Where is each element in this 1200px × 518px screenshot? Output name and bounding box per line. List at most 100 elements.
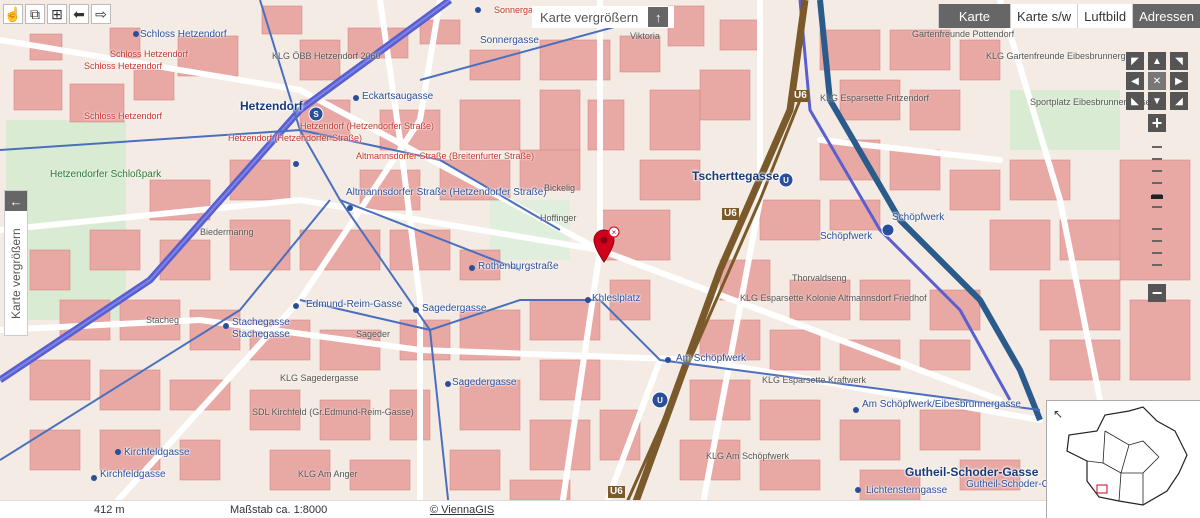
stop-label: Stachegasse	[232, 317, 290, 328]
credit-link[interactable]: © ViennaGIS	[430, 504, 494, 516]
arrow-right-icon[interactable]: ⇨	[91, 4, 111, 24]
side-enlarge-map-button[interactable]: ← Karte vergrößern	[4, 190, 28, 336]
stop-label: Hetzendorf (Hetzendorfer Straße)	[228, 133, 363, 143]
street-label: Stacheg	[146, 315, 180, 325]
pan-northeast-icon[interactable]: ◥	[1170, 52, 1188, 70]
street-label: Biedermanng	[200, 227, 254, 237]
stop-label: Edmund-Reim-Gasse	[306, 299, 403, 310]
street-label: Viktoria	[630, 31, 660, 41]
stop-label: Altmannsdorfer Straße (Breitenfurter Str…	[356, 151, 535, 161]
enlarge-map-label: Karte vergrößern	[540, 9, 639, 25]
place-label: KLG Am Anger	[298, 469, 358, 479]
svg-text:×: ×	[612, 228, 617, 237]
measure-icon[interactable]: ⊞	[47, 4, 67, 24]
street-label: Thorvaldseng	[792, 273, 847, 283]
stop-label: Am Schöpfwerk	[676, 353, 747, 364]
arrow-left-icon[interactable]: ←	[5, 191, 27, 211]
stop-label: Sagedergasse	[422, 303, 487, 314]
tab-karte-sw[interactable]: Karte s/w	[1009, 4, 1078, 28]
tab-luftbild[interactable]: Luftbild	[1077, 4, 1133, 28]
enlarge-map-button[interactable]: Karte vergrößern ↑	[532, 6, 675, 28]
collapse-overview-icon[interactable]: ↖	[1053, 407, 1063, 421]
zoom-box-icon[interactable]: ⧉	[25, 4, 45, 24]
stop-label: Eckartsaugasse	[362, 91, 434, 102]
tab-karte[interactable]: Karte	[937, 4, 1010, 28]
stop-label: Schloss Hetzendorf	[140, 29, 227, 40]
svg-text:U: U	[657, 396, 663, 405]
pan-east-icon[interactable]: ▶	[1170, 72, 1188, 90]
place-label: KLG ÖBB Hetzendorf 2060	[272, 51, 381, 61]
place-label: KLG Esparsette Fritzendorf	[820, 93, 930, 103]
zoom-tick[interactable]	[1152, 170, 1162, 172]
map-toolbar: ☝ ⧉ ⊞ ⬅ ⇨	[0, 4, 111, 28]
overview-map[interactable]: ↖	[1046, 400, 1200, 518]
svg-text:U: U	[783, 176, 789, 185]
place-label: KLG Esparsette Kolonie Altmannsdorf Frie…	[740, 293, 927, 303]
place-label: KLG Esparsette Kraftwerk	[762, 375, 867, 385]
arrow-up-icon[interactable]: ↑	[648, 7, 669, 27]
map-application: S U U × Hetzendorf Tscherttegasse Schöpf…	[0, 0, 1200, 518]
stop-label: Rothenburgstraße	[478, 261, 559, 272]
tab-adressen[interactable]: Adressen	[1132, 4, 1200, 28]
zoom-out-button[interactable]: −	[1148, 284, 1166, 302]
zoom-tick[interactable]	[1152, 182, 1162, 184]
zoom-tick[interactable]	[1152, 240, 1162, 242]
pan-west-icon[interactable]: ◀	[1126, 72, 1144, 90]
place-label: Gartenfreunde Pottendorf	[912, 29, 1015, 39]
hand-pointer-icon[interactable]: ☝	[3, 4, 23, 24]
map-canvas[interactable]: S U U ×	[0, 0, 1200, 518]
street-label: Bickelig	[544, 183, 576, 193]
side-enlarge-label: Karte vergrößern	[9, 228, 23, 320]
stop-label: Altmannsdorfer Straße (Hetzendorfer Stra…	[346, 187, 547, 198]
place-label: Schloss Hetzendorf	[84, 111, 163, 121]
stop-label: Khleslplatz	[592, 293, 641, 304]
distance-readout: 412 m	[94, 504, 125, 516]
stop-label: Sonnergasse	[480, 35, 539, 46]
pan-southwest-icon[interactable]: ◣	[1126, 92, 1144, 110]
overview-outline	[1066, 406, 1188, 506]
street-label: Hoffinger	[540, 213, 577, 223]
station-label-gutheil: Gutheil-Schoder-Gasse	[905, 465, 1039, 479]
place-label: Schloss Hetzendorf	[84, 61, 163, 71]
zoom-tick[interactable]	[1152, 158, 1162, 160]
pan-controls: ◤ ▲ ◥ ◀ ✕ ▶ ◣ ▼ ◢	[1126, 52, 1190, 112]
stop-label: Kirchfeldgasse	[124, 447, 190, 458]
stop-label-schoepfwerk: Schöpfwerk	[892, 212, 945, 223]
place-label: KLG Sagedergasse	[280, 373, 359, 383]
stop-label: Kirchfeldgasse	[100, 469, 166, 480]
zoom-tick[interactable]	[1152, 206, 1162, 208]
svg-text:S: S	[313, 110, 319, 119]
pan-north-icon[interactable]: ▲	[1148, 52, 1166, 70]
pan-center-icon[interactable]: ✕	[1148, 72, 1166, 90]
status-bar: 412 m Maßstab ca. 1:8000 © ViennaGIS	[0, 500, 1046, 518]
u6-line-label: U6	[608, 486, 625, 498]
district-label-hetzendorf: Hetzendorf	[240, 99, 303, 113]
place-label: KLG Gartenfreunde Eibesbrunnergasse	[986, 51, 1145, 61]
place-label: SDL Kirchfeld (Gr.Edmund-Reim-Gasse)	[252, 407, 414, 417]
zoom-slider[interactable]: + −	[1148, 114, 1166, 304]
u6-line-label: U6	[792, 90, 809, 102]
stop-label: Sagedergasse	[452, 377, 517, 388]
zoom-tick[interactable]	[1152, 252, 1162, 254]
pan-southeast-icon[interactable]: ◢	[1170, 92, 1188, 110]
stop-label: Am Schöpfwerk/Eibesbrunnergasse	[862, 399, 1021, 410]
zoom-tick[interactable]	[1152, 264, 1162, 266]
zoom-in-button[interactable]: +	[1148, 114, 1166, 132]
zoom-thumb[interactable]	[1151, 194, 1163, 199]
stop-label: Hetzendorf (Hetzendorfer Straße)	[300, 121, 435, 131]
zoom-tick[interactable]	[1152, 228, 1162, 230]
district-label-tscherttegasse: Tscherttegasse	[692, 169, 780, 183]
pan-northwest-icon[interactable]: ◤	[1126, 52, 1144, 70]
pan-south-icon[interactable]: ▼	[1148, 92, 1166, 110]
stop-label: Lichtensterngasse	[866, 485, 948, 496]
station-label-schoepfwerk: Schöpfwerk	[820, 231, 873, 242]
stop-label: Stachegasse	[232, 329, 290, 340]
place-label: Schloss Hetzendorf	[110, 49, 189, 59]
street-label: Sageder	[356, 329, 391, 339]
map-type-tabs: Karte Karte s/w Luftbild Adressen	[937, 4, 1200, 28]
zoom-tick[interactable]	[1152, 146, 1162, 148]
u6-line-label: U6	[722, 208, 739, 220]
arrow-left-icon[interactable]: ⬅	[69, 4, 89, 24]
park-label: Hetzendorfer Schloßpark	[50, 169, 162, 180]
scale-readout: Maßstab ca. 1:8000	[230, 504, 328, 516]
